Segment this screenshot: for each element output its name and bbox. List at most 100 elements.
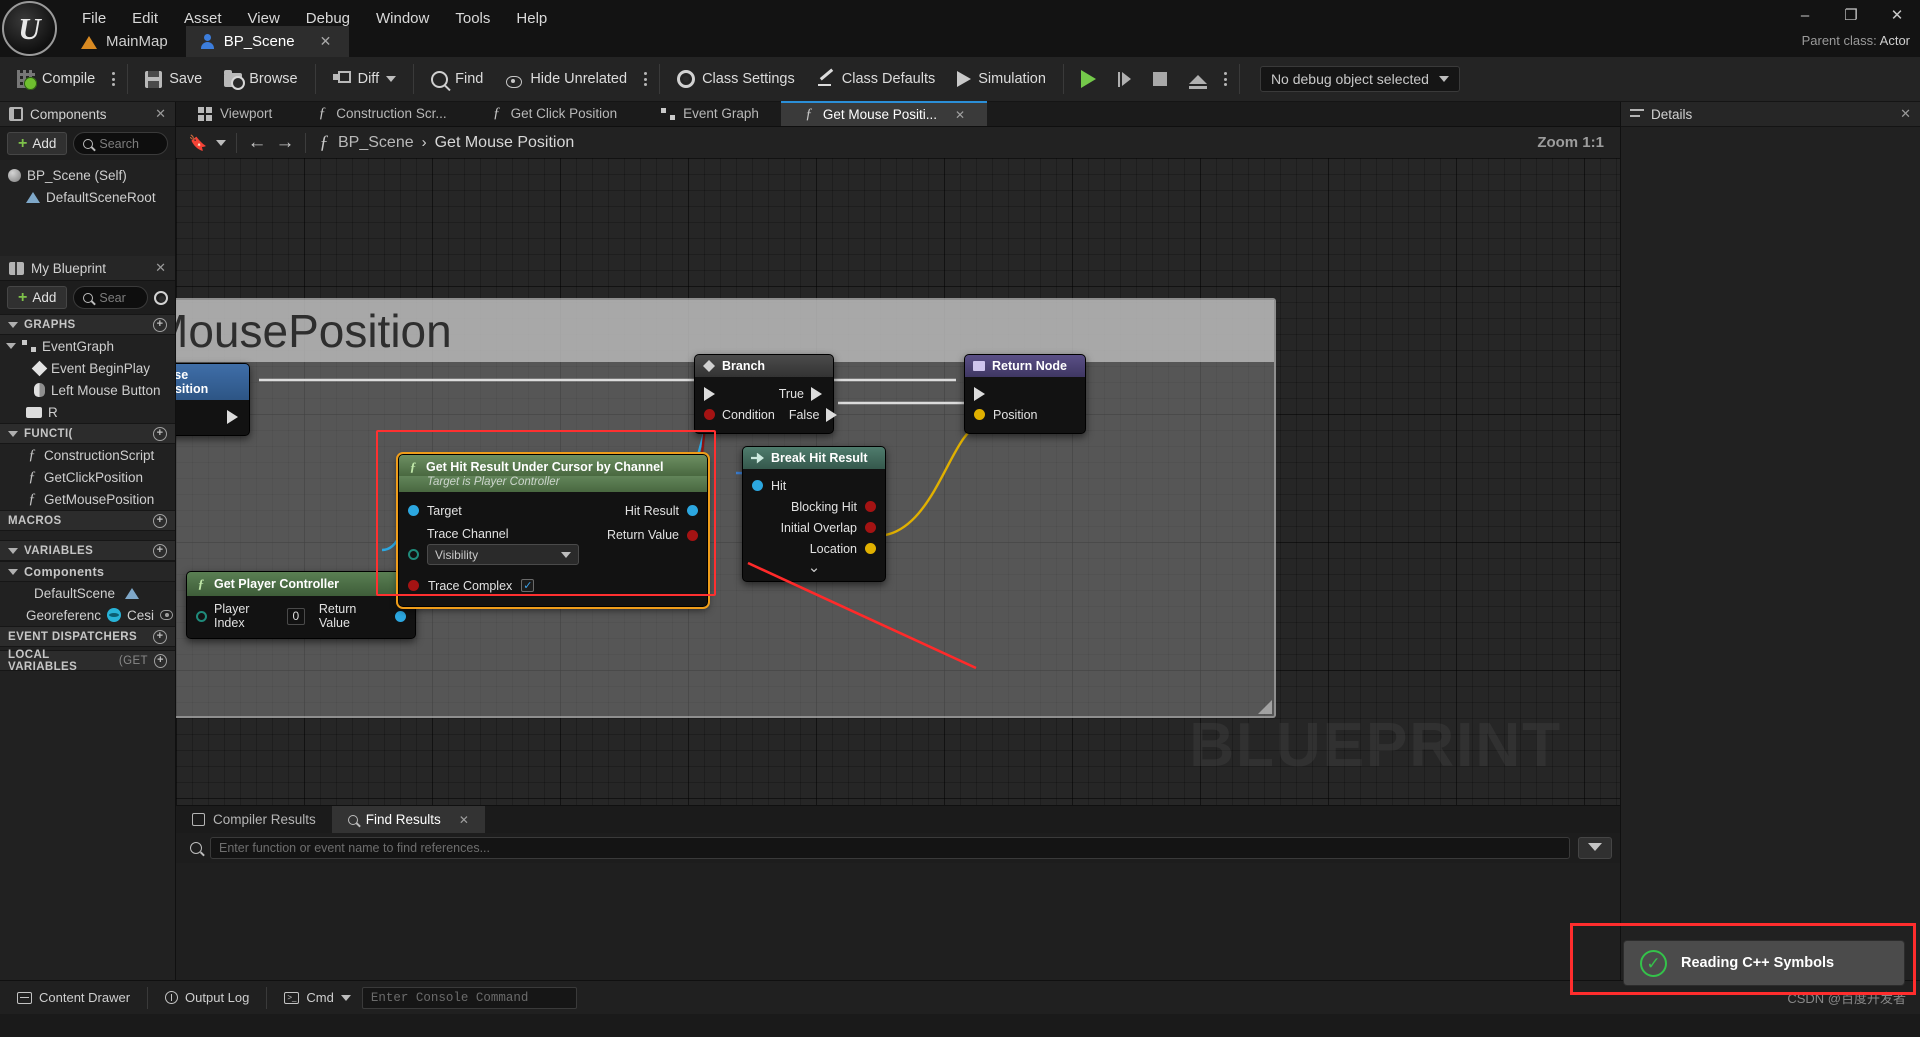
tree-item-defaultsceneroot[interactable]: DefaultSceneRoot: [0, 186, 175, 208]
close-icon[interactable]: ✕: [320, 33, 332, 50]
exec-input-pin[interactable]: [704, 386, 715, 401]
section-local-variables[interactable]: LOCAL VARIABLES (GET +: [0, 649, 175, 671]
simulation-button[interactable]: Simulation: [946, 60, 1057, 98]
exec-input-pin[interactable]: [974, 386, 985, 401]
add-macro-button[interactable]: +: [153, 513, 167, 528]
chevron-down-icon[interactable]: [6, 343, 16, 349]
graph-tab-viewport[interactable]: Viewport: [176, 101, 294, 126]
tree-item-bpscene[interactable]: BP_Scene (Self): [0, 164, 175, 186]
player-index-value[interactable]: 0: [286, 607, 305, 625]
exec-output-pin-false[interactable]: [826, 407, 839, 422]
exec-output-pin-true[interactable]: [811, 386, 824, 401]
close-icon[interactable]: ✕: [459, 813, 469, 827]
debug-object-select[interactable]: No debug object selected: [1259, 66, 1460, 92]
parent-class-value[interactable]: Actor: [1880, 33, 1910, 48]
tree-item-defaultscene[interactable]: DefaultScene: [0, 582, 175, 604]
tree-item-event-beginplay[interactable]: Event BeginPlay: [0, 357, 175, 379]
add-local-variable-button[interactable]: +: [153, 653, 167, 668]
gear-icon[interactable]: [154, 290, 168, 305]
graph-tab-eventgraph[interactable]: Event Graph: [639, 101, 781, 126]
tree-item-constructionscript[interactable]: ƒ ConstructionScript: [0, 444, 175, 466]
save-button[interactable]: Save: [134, 60, 213, 98]
add-graph-button[interactable]: +: [153, 317, 167, 332]
input-pin-player-index[interactable]: [196, 610, 207, 622]
input-pin-condition[interactable]: [704, 409, 715, 420]
tree-item-eventgraph[interactable]: EventGraph: [0, 335, 175, 357]
output-pin-return-value[interactable]: [395, 610, 406, 622]
input-pin-hit[interactable]: [752, 480, 763, 491]
bookmark-icon[interactable]: 🔖: [184, 131, 212, 155]
output-pin-location[interactable]: [865, 543, 876, 554]
close-icon[interactable]: ✕: [155, 106, 166, 122]
node-pin-row[interactable]: Hit: [743, 475, 885, 496]
tree-item-getclickposition[interactable]: ƒ GetClickPosition: [0, 466, 175, 488]
components-search-input[interactable]: Search: [73, 132, 168, 155]
cmd-mode-button[interactable]: >_ Cmd: [273, 985, 361, 1011]
node-pin-row[interactable]: [965, 383, 1085, 404]
section-macros[interactable]: MACROS +: [0, 510, 175, 531]
document-tab-mainmap[interactable]: MainMap: [67, 26, 186, 57]
exec-output-pin[interactable]: [227, 409, 240, 424]
menu-item-tools[interactable]: Tools: [442, 5, 503, 32]
notification-toast[interactable]: ✓ Reading C++ Symbols: [1623, 940, 1905, 986]
eject-button[interactable]: [1178, 60, 1218, 98]
close-icon[interactable]: ✕: [1900, 106, 1911, 122]
close-icon[interactable]: ✕: [155, 260, 166, 276]
compile-button[interactable]: Compile: [6, 60, 106, 98]
add-function-button[interactable]: +: [153, 426, 167, 441]
arrow-right-icon[interactable]: →: [271, 131, 299, 155]
output-pin-initial-overlap[interactable]: [865, 522, 876, 533]
browse-button[interactable]: Browse: [213, 60, 308, 98]
node-pin-row[interactable]: Initial Overlap: [743, 517, 885, 538]
class-defaults-button[interactable]: Class Defaults: [806, 60, 946, 98]
console-command-input[interactable]: Enter Console Command: [361, 986, 577, 1009]
node-break-hit-result[interactable]: Break Hit Result Hit Blocking Hit Initia…: [742, 446, 886, 582]
node-pin-row[interactable]: True: [695, 383, 833, 404]
menu-item-help[interactable]: Help: [503, 5, 560, 32]
hide-unrelated-options-button[interactable]: [638, 70, 653, 89]
unreal-engine-logo[interactable]: U: [2, 1, 57, 56]
stop-button[interactable]: [1142, 60, 1178, 98]
play-options-button[interactable]: [1218, 70, 1233, 89]
node-pin-row[interactable]: Player Index 0 Return Value: [187, 602, 415, 630]
section-event-dispatchers[interactable]: EVENT DISPATCHERS +: [0, 626, 175, 647]
find-filter-button[interactable]: [1578, 837, 1612, 859]
find-references-input[interactable]: Enter function or event name to find ref…: [210, 837, 1570, 859]
breadcrumb-item-getmouseposition[interactable]: Get Mouse Position: [435, 134, 575, 152]
node-pin-row[interactable]: [176, 406, 249, 427]
blueprint-graph-canvas[interactable]: MousePosition ouse Position: [176, 158, 1620, 805]
close-button[interactable]: ✕: [1874, 0, 1920, 30]
myblueprint-add-button[interactable]: + Add: [7, 286, 68, 309]
input-pin-position[interactable]: [974, 409, 985, 420]
tree-item-getmouseposition[interactable]: ƒ GetMousePosition: [0, 488, 175, 510]
details-panel-body[interactable]: [1621, 127, 1920, 980]
bottom-tab-find-results[interactable]: Find Results ✕: [331, 806, 485, 833]
section-variables[interactable]: VARIABLES +: [0, 540, 175, 561]
node-pin-row[interactable]: Condition False: [695, 404, 838, 425]
node-pin-row[interactable]: Position: [965, 404, 1085, 425]
subsection-components[interactable]: Components: [0, 561, 175, 582]
chevron-down-icon[interactable]: [386, 76, 397, 82]
close-icon[interactable]: ✕: [955, 108, 965, 122]
node-return[interactable]: Return Node Position: [964, 354, 1086, 434]
myblueprint-search-input[interactable]: Sear: [73, 286, 148, 309]
tree-item-left-mouse-button[interactable]: Left Mouse Button: [0, 379, 175, 401]
components-add-button[interactable]: + Add: [7, 132, 68, 155]
tree-item-georeference[interactable]: Georeferenc Cesi: [0, 604, 175, 626]
diff-button[interactable]: Diff: [322, 60, 408, 98]
bookmark-dropdown[interactable]: [212, 131, 230, 155]
document-tab-bpscene[interactable]: BP_Scene ✕: [185, 26, 350, 57]
add-dispatcher-button[interactable]: +: [153, 629, 167, 644]
graph-tab-getmouseposition[interactable]: ƒ Get Mouse Positi... ✕: [780, 101, 988, 126]
bottom-tab-compiler-results[interactable]: Compiler Results: [176, 806, 332, 833]
maximize-button[interactable]: ❐: [1828, 0, 1874, 30]
arrow-left-icon[interactable]: ←: [243, 131, 271, 155]
output-log-button[interactable]: Output Log: [154, 985, 260, 1011]
menu-item-window[interactable]: Window: [363, 5, 442, 32]
add-variable-button[interactable]: +: [153, 543, 167, 558]
tree-item-key-r[interactable]: R: [0, 401, 175, 423]
node-branch[interactable]: Branch True Condition False: [694, 354, 838, 434]
section-graphs[interactable]: GRAPHS +: [0, 314, 175, 335]
play-button[interactable]: [1070, 60, 1107, 98]
find-results-list[interactable]: [176, 863, 1620, 980]
